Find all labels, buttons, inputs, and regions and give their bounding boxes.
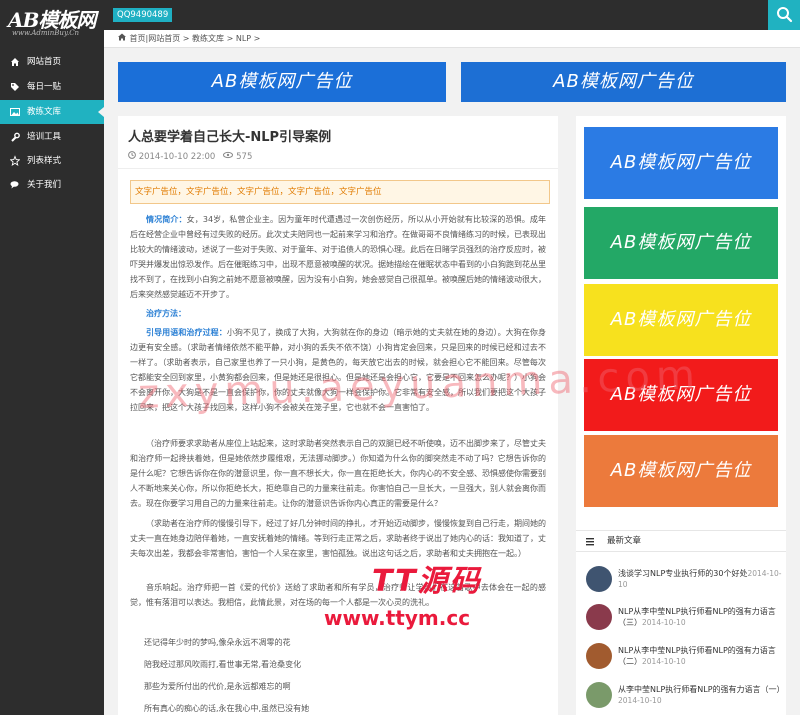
- image-icon: [10, 100, 20, 124]
- paragraph-text: 音乐响起。治疗师把一首《爱的代价》送给了求助者和所有学员，治疗师让学员们在这首歌…: [130, 583, 546, 607]
- sidebar-item-library[interactable]: 教练文库: [0, 100, 104, 124]
- breadcrumb-site-home[interactable]: 网站首页: [148, 34, 180, 43]
- ad-banner-side-yellow[interactable]: AB模板网广告位: [584, 284, 778, 356]
- text-ad-box[interactable]: 文字广告位，文字广告位，文字广告位，文字广告位，文字广告位: [130, 180, 550, 204]
- ad-banner-side-green[interactable]: AB模板网广告位: [584, 207, 778, 279]
- paragraph-text: （治疗师要求求助者从座位上站起来，这时求助者突然表示自己的双腿已经不听使唤，迈不…: [130, 439, 546, 508]
- recent-article-date: 2014-10-10: [642, 618, 686, 627]
- site-logo[interactable]: AB模板网 www.AdminBuy.Cn: [0, 0, 104, 48]
- breadcrumb: 首页|网站首页 > 教练文库 > NLP >: [104, 30, 800, 48]
- chat-icon: [10, 173, 20, 197]
- ad-text: AB模板网广告位: [610, 152, 752, 173]
- article-thumbnail: [586, 682, 612, 708]
- article-thumbnail: [586, 604, 612, 630]
- recent-article-link[interactable]: 从李中莹NLP执行师看NLP的强有力语言（一）2014-10-10: [618, 684, 786, 706]
- sidebar-item-label: 培训工具: [27, 132, 62, 142]
- paragraph-text: （求助者在治疗师的慢慢引导下，经过了好几分钟时间的挣扎，才开始迈动脚步，慢慢恢复…: [130, 519, 546, 558]
- recent-articles-header: 最新文章: [576, 530, 786, 552]
- paragraph-label: 治疗方法：: [146, 309, 186, 318]
- breadcrumb-nlp[interactable]: NLP: [236, 34, 251, 43]
- eye-icon: [223, 151, 236, 162]
- tag-icon: [10, 75, 20, 99]
- active-indicator: [98, 107, 104, 117]
- sidebar-item-tools[interactable]: 培训工具: [0, 125, 104, 149]
- sidebar-item-label: 网站首页: [27, 57, 62, 67]
- logo-subtitle: www.AdminBuy.Cn: [12, 29, 80, 37]
- recent-article-item[interactable]: NLP从李中莹NLP执行师看NLP的强有力语言（三）2014-10-10: [586, 604, 786, 634]
- article-paragraph: （治疗师要求求助者从座位上站起来，这时求助者突然表示自己的双腿已经不听使唤，迈不…: [130, 436, 546, 511]
- watermark-logo: TT源码: [372, 564, 482, 599]
- article-paragraph: （求助者在治疗师的慢慢引导下，经过了好几分钟时间的挣扎，才开始迈动脚步，慢慢恢复…: [130, 516, 546, 561]
- recent-article-link[interactable]: NLP从李中莹NLP执行师看NLP的强有力语言（三）2014-10-10: [618, 606, 786, 628]
- article-meta: 2014-10-10 22:00 575: [128, 151, 252, 162]
- poem-line: 还记得年少时的梦吗,像朵永远不凋零的花: [144, 638, 291, 647]
- ad-banner-side-blue[interactable]: AB模板网广告位: [584, 127, 778, 199]
- paragraph-label: 情况简介：: [146, 215, 187, 224]
- breadcrumb-library[interactable]: 教练文库: [192, 34, 224, 43]
- ad-text: AB模板网广告位: [610, 309, 752, 330]
- sidebar-item-label: 每日一贴: [27, 82, 62, 92]
- ad-banner-side-orange[interactable]: AB模板网广告位: [584, 435, 778, 507]
- watermark-url: www.ttym.cc: [324, 606, 471, 630]
- ad-text: AB模板网广告位: [211, 71, 353, 92]
- clock-icon: [128, 151, 139, 162]
- recent-article-item[interactable]: 浅谈学习NLP专业执行师的30个好处2014-10-10: [586, 566, 786, 596]
- recent-article-item[interactable]: 从李中莹NLP执行师看NLP的强有力语言（一）2014-10-10: [586, 682, 786, 712]
- poem-line: 陪我经过那风吹雨打,看世事无常,看沧桑变化: [144, 660, 302, 669]
- divider: [118, 168, 558, 169]
- sidebar-item-label: 关于我们: [27, 180, 62, 190]
- poem-line: 那些为爱所付出的代价,是永远都难忘的啊: [144, 682, 291, 691]
- home-icon: [118, 30, 127, 47]
- search-button[interactable]: [768, 0, 800, 30]
- article-date: 2014-10-10 22:00: [138, 152, 216, 162]
- wrench-icon: [10, 125, 20, 149]
- star-icon: [9, 149, 21, 173]
- ad-banner-top-right[interactable]: AB模板网广告位: [461, 62, 786, 102]
- home-icon: [10, 50, 20, 74]
- breadcrumb-home[interactable]: 首页: [130, 34, 146, 43]
- recent-article-date: 2014-10-10: [618, 696, 662, 705]
- sidebar-item-about[interactable]: 关于我们: [0, 173, 104, 197]
- recent-articles-title: 最新文章: [607, 536, 642, 546]
- ad-banner-top-left[interactable]: AB模板网广告位: [118, 62, 446, 102]
- sidebar-item-daily[interactable]: 每日一贴: [0, 75, 104, 99]
- breadcrumb-separator: >: [182, 34, 190, 43]
- recent-article-date: 2014-10-10: [642, 657, 686, 666]
- paragraph-label: 引导用语和治疗过程：: [146, 328, 227, 337]
- ad-text: AB模板网广告位: [610, 232, 752, 253]
- article-paragraph: 情况简介：女，34岁，私营企业主。因为童年时代遭遇过一次创伤经历，所以从小开始就…: [130, 212, 546, 302]
- list-icon: [585, 531, 595, 561]
- paragraph-text: 女，34岁，私营企业主。因为童年时代遭遇过一次创伤经历，所以从小开始就有比较深的…: [130, 215, 546, 299]
- article-thumbnail: [586, 643, 612, 669]
- article-paragraph: 治疗方法：: [130, 306, 546, 321]
- article-thumbnail: [586, 566, 612, 592]
- sidebar-item-label: 教练文库: [27, 107, 62, 117]
- sidebar-item-list-style[interactable]: 列表样式: [0, 149, 104, 173]
- recent-article-link[interactable]: NLP从李中莹NLP执行师看NLP的强有力语言（二）2014-10-10: [618, 645, 786, 667]
- article-views: 575: [236, 152, 253, 162]
- article-title: 人总要学着自己长大-NLP引导案例: [128, 130, 332, 145]
- recent-article-link[interactable]: 浅谈学习NLP专业执行师的30个好处2014-10-10: [618, 568, 786, 590]
- ad-text: AB模板网广告位: [610, 460, 752, 481]
- breadcrumb-separator: >: [226, 34, 234, 43]
- poem-line: 所有真心的痴心的话,永在我心中,虽然已没有她: [144, 704, 310, 713]
- search-icon: [777, 7, 793, 23]
- ad-text: AB模板网广告位: [553, 71, 694, 92]
- sidebar-item-home[interactable]: 网站首页: [0, 50, 104, 74]
- sidebar: 网站首页 每日一贴 教练文库 培训工具 列表样式 关于我们: [0, 30, 104, 715]
- qq-badge[interactable]: QQ9490489: [113, 8, 173, 22]
- sidebar-item-label: 列表样式: [27, 156, 62, 166]
- breadcrumb-separator: >: [253, 34, 261, 43]
- recent-article-item[interactable]: NLP从李中莹NLP执行师看NLP的强有力语言（二）2014-10-10: [586, 643, 786, 673]
